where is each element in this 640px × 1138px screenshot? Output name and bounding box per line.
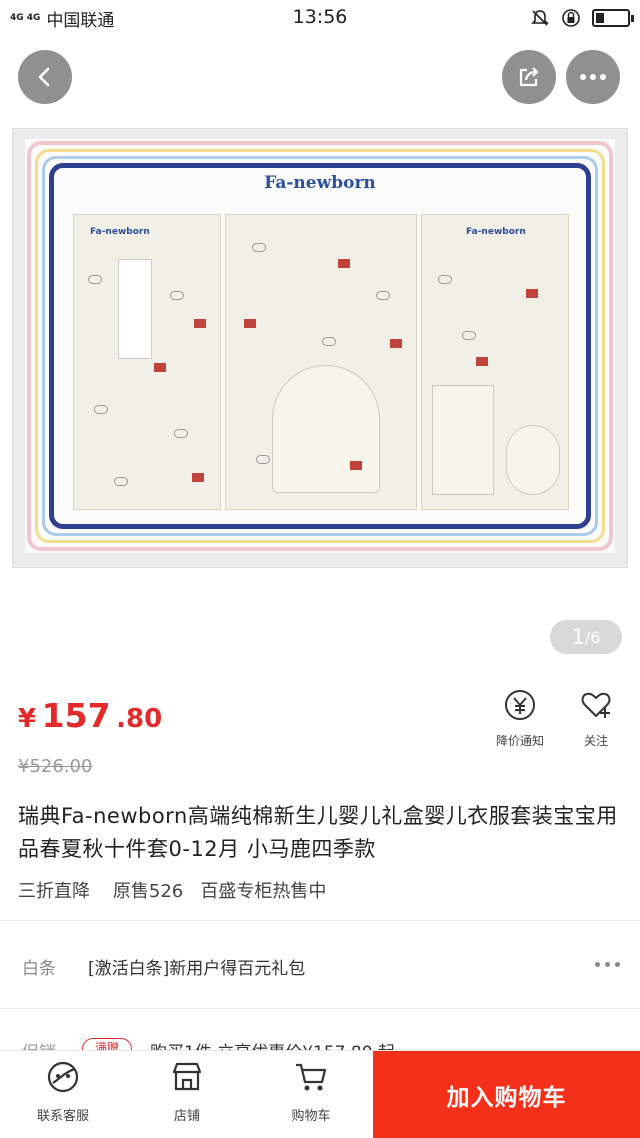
original-price: ¥526.00 — [18, 756, 93, 777]
brand-logo: Fa-newborn — [264, 173, 376, 193]
image-pager: 1 /6 — [550, 620, 622, 654]
print-red — [192, 473, 204, 482]
store-label: 店铺 — [173, 1109, 200, 1124]
hang-tag — [118, 259, 152, 359]
pager-total: /6 — [584, 627, 601, 647]
baby-mitten — [506, 425, 560, 495]
price-symbol: ¥ — [18, 704, 37, 734]
status-right — [530, 7, 634, 29]
print-red — [338, 259, 350, 268]
promotion-key: 促销 — [22, 1038, 56, 1050]
promotion-tag: 满赠 — [82, 1038, 132, 1050]
baitiao-key: 白条 — [22, 959, 56, 979]
divider — [0, 1008, 640, 1009]
print-motif — [114, 477, 128, 486]
print-red — [476, 357, 488, 366]
print-motif — [174, 429, 188, 438]
product-gallery[interactable]: Fa-newborn Fa-newborn Fa-newborn 1 /6 — [0, 34, 640, 670]
folded-piece — [432, 385, 494, 495]
back-button[interactable] — [18, 50, 72, 104]
print-motif — [322, 337, 336, 346]
print-motif — [252, 243, 266, 252]
customer-service-icon — [47, 1061, 79, 1093]
product-title: 瑞典Fa-newborn高端纯棉新生儿婴儿礼盒婴儿衣服套装宝宝用品春夏秋十件套0… — [18, 804, 618, 861]
baitiao-row[interactable]: 白条 [激活白条]新用户得百元礼包 — [0, 940, 640, 990]
cart-icon — [296, 1063, 327, 1091]
price-decimal: .80 — [116, 704, 163, 734]
battery-icon — [592, 9, 634, 27]
panel-right-label: Fa-newborn — [466, 227, 526, 237]
print-red — [244, 319, 256, 328]
battery-level — [596, 13, 604, 23]
print-red — [526, 289, 538, 298]
price-notify-icon — [505, 690, 535, 720]
print-red — [194, 319, 206, 328]
tab-cart[interactable]: 购物车 — [256, 1059, 366, 1124]
mute-icon — [531, 10, 549, 26]
price-notify-label: 降价通知 — [495, 734, 544, 748]
share-button[interactable] — [502, 50, 556, 104]
more-dots-icon — [580, 74, 606, 80]
current-price: ¥ 157 .80 — [18, 696, 162, 735]
tab-service[interactable]: 联系客服 — [8, 1059, 118, 1124]
service-label: 联系客服 — [36, 1109, 89, 1124]
store-icon — [172, 1062, 202, 1091]
price-integer: 157 — [41, 696, 111, 735]
share-icon — [519, 67, 539, 87]
print-red — [154, 363, 166, 372]
status-bar: 4G 4G 中国联通 13:56 — [0, 0, 640, 34]
product-image: Fa-newborn Fa-newborn Fa-newborn — [12, 128, 628, 568]
promotion-value: 购买1件 立享优惠价¥157.80 起 — [150, 1038, 395, 1050]
add-to-cart-button[interactable]: 加入购物车 — [373, 1051, 640, 1138]
pager-current: 1 — [571, 625, 585, 649]
print-motif — [376, 291, 390, 300]
panel-left: Fa-newborn — [73, 214, 221, 510]
print-motif — [170, 291, 184, 300]
baby-hat — [272, 365, 380, 493]
more-button[interactable] — [566, 50, 620, 104]
print-motif — [438, 275, 452, 284]
chevron-left-icon — [38, 67, 50, 87]
rotation-lock-icon — [562, 9, 580, 27]
panel-right: Fa-newborn — [421, 214, 569, 510]
cart-label: 购物车 — [291, 1109, 331, 1124]
print-motif — [462, 331, 476, 340]
print-red — [350, 461, 362, 470]
baitiao-value: [激活白条]新用户得百元礼包 — [88, 959, 306, 979]
follow-button[interactable]: 关注 — [566, 688, 626, 749]
panel-middle — [225, 214, 417, 510]
promo-text: 三折直降 原售526 百盛专柜热售中 — [18, 881, 327, 902]
print-motif — [256, 455, 270, 464]
heart-icon — [581, 692, 611, 718]
print-motif — [88, 275, 102, 284]
divider — [0, 920, 640, 921]
tab-store[interactable]: 店铺 — [132, 1059, 242, 1124]
panel-left-label: Fa-newborn — [90, 227, 150, 237]
promotion-row[interactable]: 促销 满赠 购买1件 立享优惠价¥157.80 起 — [0, 1036, 640, 1050]
more-dots-icon — [595, 962, 620, 967]
print-motif — [94, 405, 108, 414]
price-notify-button[interactable]: 降价通知 — [490, 688, 550, 749]
print-red — [390, 339, 402, 348]
follow-label: 关注 — [583, 734, 608, 748]
gift-box: Fa-newborn Fa-newborn Fa-newborn — [25, 139, 615, 553]
bottom-bar: 联系客服 店铺 购物车 加入购物车 — [0, 1050, 640, 1138]
price-section: ¥ 157 .80 ¥526.00 降价通知 关注 — [0, 670, 640, 798]
